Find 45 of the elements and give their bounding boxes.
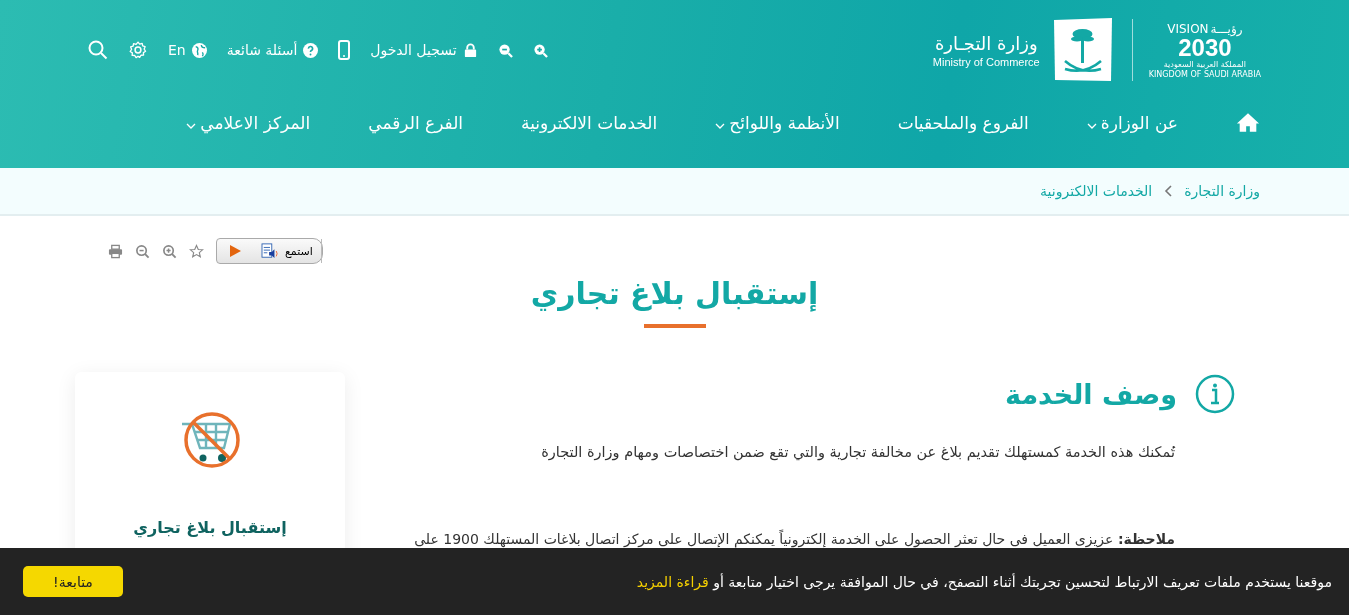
nav-item[interactable]: عن الوزارة bbox=[1086, 112, 1178, 133]
nav-item[interactable]: الخدمات الالكترونية bbox=[521, 112, 658, 133]
nav-item[interactable]: الأنظمة واللوائح bbox=[715, 112, 840, 133]
play-icon bbox=[229, 245, 241, 257]
vision-year: 2030 bbox=[1178, 36, 1232, 59]
section-heading: وصف الخدمة bbox=[1005, 378, 1177, 410]
mobile-phone-icon[interactable] bbox=[338, 40, 351, 60]
info-icon bbox=[1195, 374, 1235, 414]
cookie-message: موقعنا يستخدم ملفات تعريف الارتباط لتحسين تجربتك أثناء التصفح، في حال الموافقة يرجى اختيار متابعة أو قراءة المزيد bbox=[636, 573, 1332, 590]
continue-button[interactable]: متابعة! bbox=[23, 566, 123, 597]
question-icon bbox=[303, 42, 319, 58]
listen-label: استمع bbox=[285, 244, 313, 258]
speaker-document-icon bbox=[261, 243, 279, 259]
ministry-name-english: Ministry of Commerce bbox=[932, 55, 1040, 68]
breadcrumb-link[interactable]: الخدمات الالكترونية bbox=[1040, 183, 1153, 199]
page-title: إستقبال بلاغ تجاري bbox=[530, 275, 819, 314]
zoom-out-icon[interactable] bbox=[497, 42, 513, 58]
chevron-left-icon bbox=[1164, 185, 1173, 197]
globe-icon bbox=[191, 42, 207, 58]
zoom-in-icon[interactable] bbox=[162, 243, 177, 259]
lock-icon bbox=[462, 42, 478, 58]
faq-link[interactable]: أسئلة شائعة bbox=[226, 42, 319, 58]
listen-button[interactable]: استمع bbox=[216, 238, 323, 264]
zoom-out-icon[interactable] bbox=[135, 243, 150, 259]
service-description: تُمكنك هذه الخدمة كمستهلك تقديم بلاغ عن مخالفة تجارية والتي تقع ضمن اختصاصات ومهام وزارة التجارة bbox=[540, 444, 1175, 460]
nav-item[interactable]: المركز الاعلامي bbox=[186, 112, 311, 133]
vision-arabic: رؤيـــة bbox=[1210, 21, 1243, 36]
read-more-link[interactable]: قراءة المزيد bbox=[636, 573, 709, 590]
home-icon[interactable] bbox=[1236, 112, 1260, 133]
star-outline-icon[interactable] bbox=[189, 243, 204, 259]
nav-item[interactable]: الفروع والملحقيات bbox=[897, 112, 1029, 133]
card-title: إستقبال بلاغ تجاري bbox=[133, 518, 287, 537]
kingdom-english: KINGDOM OF SAUDI ARABIA bbox=[1148, 69, 1261, 79]
vision-word: VISION bbox=[1167, 21, 1209, 36]
ministry-name-arabic: وزارة التجـارة bbox=[934, 32, 1038, 54]
nav-item[interactable]: الفرع الرقمي bbox=[368, 112, 464, 133]
breadcrumb-link[interactable]: وزارة التجارة bbox=[1184, 183, 1260, 199]
note-paragraph: ملاحظة: عزيزى العميل فى حال تعثر الحصول على الخدمة إلكترونياً يمكنكم الإتصال على مركز اتصال بلاغات المستهلك 1900 على bbox=[413, 528, 1175, 550]
zoom-in-icon[interactable] bbox=[532, 42, 548, 58]
settings-icon[interactable] bbox=[128, 40, 148, 60]
language-link[interactable]: En bbox=[168, 42, 207, 58]
print-icon[interactable] bbox=[108, 243, 123, 259]
search-icon[interactable] bbox=[88, 40, 108, 60]
login-link[interactable]: تسجيل الدخول bbox=[370, 42, 478, 58]
kingdom-arabic: المملكة العربية السعودية bbox=[1163, 59, 1246, 69]
